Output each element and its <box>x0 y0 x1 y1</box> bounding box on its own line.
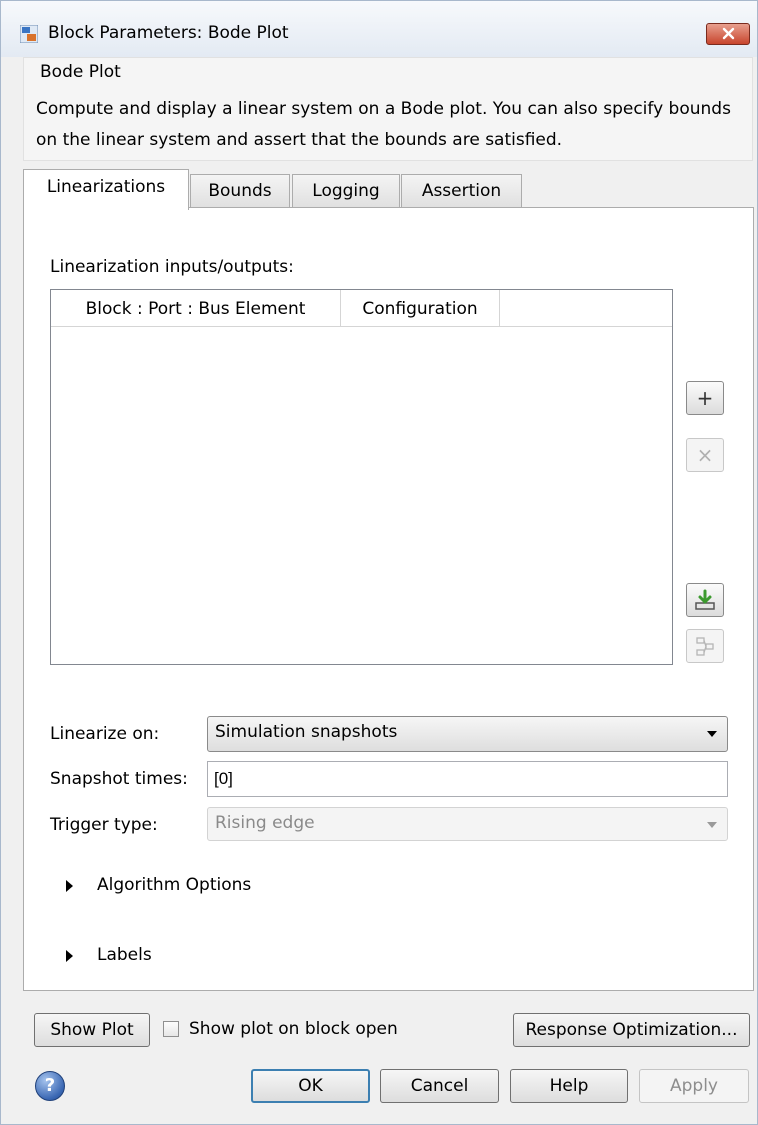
io-label: Linearization inputs/outputs: <box>50 257 294 277</box>
close-button[interactable] <box>706 23 750 45</box>
simulink-block-icon <box>20 25 38 43</box>
help-button[interactable]: Help <box>510 1069 628 1103</box>
ok-button[interactable]: OK <box>251 1069 370 1103</box>
block-description: Compute and display a linear system on a… <box>36 99 731 150</box>
cancel-button[interactable]: Cancel <box>380 1069 499 1103</box>
description-panel: Bode Plot Compute and display a linear s… <box>23 57 753 161</box>
labels-label: Labels <box>97 945 152 965</box>
expand-arrow-icon <box>66 880 73 892</box>
delete-icon: × <box>696 443 714 467</box>
snapshot-times-input[interactable] <box>207 761 728 797</box>
io-table[interactable]: Block : Port : Bus Element Configuration <box>50 289 673 665</box>
algorithm-options-label: Algorithm Options <box>97 875 252 895</box>
linearize-on-dropdown[interactable]: Simulation snapshots <box>207 716 728 752</box>
window-title: Block Parameters: Bode Plot <box>48 23 289 43</box>
linearize-on-value: Simulation snapshots <box>215 722 398 742</box>
tab-logging[interactable]: Logging <box>292 174 400 208</box>
response-optimization-button[interactable]: Response Optimization... <box>513 1013 750 1047</box>
chevron-down-icon <box>707 822 717 828</box>
show-plot-on-open-checkbox[interactable] <box>163 1021 179 1037</box>
delete-io-button[interactable]: × <box>686 438 724 472</box>
import-io-button[interactable] <box>686 583 724 617</box>
expand-arrow-icon <box>66 950 73 962</box>
tab-linearizations[interactable]: Linearizations <box>23 169 189 210</box>
trigger-type-label: Trigger type: <box>50 815 158 835</box>
plus-icon: + <box>696 386 714 410</box>
apply-button[interactable]: Apply <box>639 1069 749 1103</box>
column-header-configuration[interactable]: Configuration <box>341 290 500 327</box>
import-icon <box>695 589 715 610</box>
snapshot-times-label: Snapshot times: <box>50 769 188 789</box>
column-header-filler <box>500 290 672 327</box>
trigger-type-value: Rising edge <box>215 813 315 833</box>
column-header-block-port[interactable]: Block : Port : Bus Element <box>51 290 341 327</box>
show-plot-button[interactable]: Show Plot <box>34 1013 150 1047</box>
tab-assertion[interactable]: Assertion <box>401 174 522 208</box>
add-io-button[interactable]: + <box>686 381 724 415</box>
trigger-type-dropdown[interactable]: Rising edge <box>207 807 728 841</box>
block-parameters-dialog: Block Parameters: Bode Plot Bode Plot Co… <box>0 0 758 1125</box>
show-plot-on-open-label: Show plot on block open <box>189 1019 398 1039</box>
block-type-title: Bode Plot <box>40 62 121 82</box>
highlight-icon <box>696 637 714 656</box>
help-icon[interactable]: ? <box>35 1071 65 1101</box>
highlight-io-button[interactable] <box>686 629 724 663</box>
linearize-on-label: Linearize on: <box>50 724 160 744</box>
tab-bounds[interactable]: Bounds <box>190 174 290 208</box>
chevron-down-icon <box>707 731 717 737</box>
close-icon <box>722 27 735 40</box>
title-bar[interactable]: Block Parameters: Bode Plot <box>1 1 757 57</box>
